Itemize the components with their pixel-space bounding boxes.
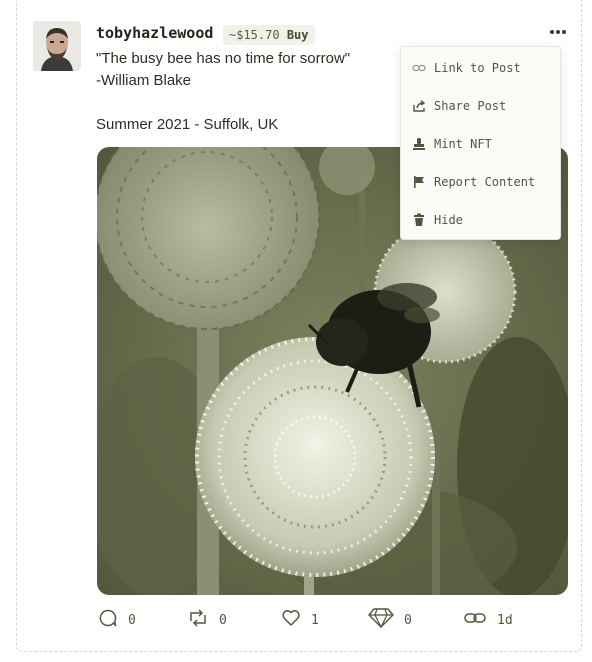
price-badge[interactable]: ~$15.70 Buy (223, 25, 315, 45)
trash-icon (412, 213, 426, 227)
menu-item-report-content[interactable]: Report Content (401, 163, 560, 201)
post-text-line: "The busy bee has no time for sorrow" (96, 50, 351, 67)
post-age: 1d (497, 612, 513, 628)
diamond-icon (368, 607, 394, 634)
post-link-button[interactable]: 1d (463, 607, 513, 633)
menu-item-label: Link to Post (434, 61, 521, 75)
share-icon (412, 99, 426, 113)
dot-icon (562, 30, 566, 34)
menu-item-label: Share Post (434, 99, 507, 113)
dot-icon (550, 30, 554, 34)
link-icon (463, 608, 487, 633)
menu-item-label: Hide (434, 213, 463, 227)
comment-count: 0 (128, 612, 136, 628)
avatar-image (33, 21, 81, 71)
comment-icon (98, 608, 118, 633)
post-text-line: -William Blake (96, 72, 192, 89)
like-button[interactable]: 1 (281, 607, 319, 633)
heart-icon (281, 608, 301, 633)
menu-item-share-post[interactable]: Share Post (401, 87, 560, 125)
repost-button[interactable]: 0 (187, 607, 227, 633)
link-icon (412, 61, 426, 75)
username[interactable]: tobyhazlewood (96, 24, 213, 42)
post-options-menu: Link to Post Share Post Mint NFT Report … (400, 46, 561, 240)
price-value: ~$15.70 (229, 28, 280, 42)
menu-item-link-to-post[interactable]: Link to Post (401, 49, 560, 87)
diamond-button[interactable]: 0 (368, 607, 412, 633)
menu-item-label: Report Content (434, 175, 536, 189)
menu-item-label: Mint NFT (434, 137, 492, 151)
post-action-bar: 0 0 1 0 1d (0, 607, 592, 633)
post-text-line: Summer 2021 - Suffolk, UK (96, 116, 279, 133)
repost-icon (187, 608, 209, 633)
comment-button[interactable]: 0 (98, 607, 136, 633)
menu-item-mint-nft[interactable]: Mint NFT (401, 125, 560, 163)
repost-count: 0 (219, 612, 227, 628)
diamond-count: 0 (404, 612, 412, 628)
stamp-icon (412, 137, 426, 151)
like-count: 1 (311, 612, 319, 628)
menu-item-hide[interactable]: Hide (401, 201, 560, 239)
dot-icon (556, 30, 560, 34)
avatar[interactable] (33, 21, 81, 71)
more-options-button[interactable] (550, 26, 568, 36)
flag-icon (412, 175, 426, 189)
buy-label[interactable]: Buy (287, 28, 309, 42)
